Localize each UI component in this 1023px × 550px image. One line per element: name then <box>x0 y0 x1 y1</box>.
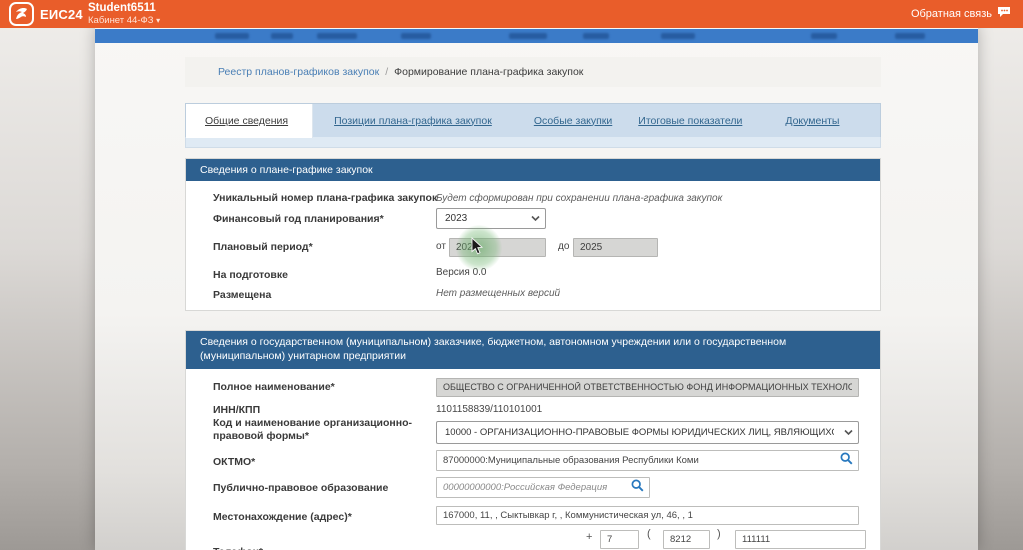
cabinet-menu[interactable]: Кабинет 44-ФЗ ▾ <box>88 15 160 26</box>
phone-label: Телефон* <box>213 546 428 550</box>
page-panel: Реестр планов-графиков закупок / Формиро… <box>95 25 978 550</box>
user-block: Student6511 Кабинет 44-ФЗ ▾ <box>88 2 160 26</box>
chevron-down-icon <box>531 213 540 224</box>
period-to-wrap <box>573 237 658 257</box>
full-name-label: Полное наименование* <box>213 381 428 394</box>
oktmo-input[interactable] <box>436 450 859 471</box>
full-name-input[interactable] <box>436 378 859 397</box>
section-customer-info: Сведения о государственном (муниципально… <box>185 330 881 550</box>
nav-blur-item <box>895 33 925 39</box>
period-from-prefix: от <box>436 241 446 252</box>
breadcrumb-separator: / <box>385 66 388 78</box>
published-status-value: Нет размещенных версий <box>436 288 560 299</box>
nav-blur-item <box>811 33 837 39</box>
address-input[interactable] <box>436 506 859 525</box>
breadcrumb: Реестр планов-графиков закупок / Формиро… <box>185 57 881 87</box>
nav-blur-item <box>401 33 431 39</box>
cabinet-label: Кабинет 44-ФЗ <box>88 15 153 26</box>
phone-number-input[interactable] <box>735 530 866 549</box>
nav-blur-item <box>509 33 547 39</box>
phone-open-paren: ( <box>647 528 651 540</box>
feedback-label: Обратная связь <box>911 8 992 20</box>
logo-text: ЕИС24 <box>40 7 83 22</box>
ppo-input[interactable] <box>436 477 650 498</box>
user-name: Student6511 <box>88 2 160 14</box>
tab-special-purchases[interactable]: Особые закупки <box>534 115 612 127</box>
inn-kpp-value: 1101158839/110101001 <box>436 404 542 415</box>
tab-documents[interactable]: Документы <box>785 115 839 127</box>
nav-blur-item <box>661 33 695 39</box>
draft-status-label: На подготовке <box>213 269 428 282</box>
section-customer-header: Сведения о государственном (муниципально… <box>186 331 880 369</box>
ppo-wrap <box>436 477 650 498</box>
opf-select[interactable]: 10000 - ОРГАНИЗАЦИОННО-ПРАВОВЫЕ ФОРМЫ ЮР… <box>436 421 859 444</box>
tab-general-info[interactable]: Общие сведения <box>186 104 313 138</box>
opf-value: 10000 - ОРГАНИЗАЦИОННО-ПРАВОВЫЕ ФОРМЫ ЮР… <box>445 427 834 438</box>
oktmo-label: ОКТМО* <box>213 456 428 469</box>
mouse-cursor-icon <box>471 237 484 260</box>
address-label: Местонахождение (адрес)* <box>213 511 428 524</box>
search-icon[interactable] <box>631 479 644 497</box>
inn-kpp-label: ИНН/КПП <box>213 404 428 417</box>
breadcrumb-link-registry[interactable]: Реестр планов-графиков закупок <box>218 66 379 78</box>
app-topbar: ЕИС24 Student6511 Кабинет 44-ФЗ ▾ Обратн… <box>0 0 1023 28</box>
phone-country-wrap <box>600 529 639 549</box>
nav-blur-item <box>271 33 293 39</box>
financial-year-value: 2023 <box>445 213 467 224</box>
top-nav-bar <box>95 29 978 43</box>
address-wrap <box>436 505 859 525</box>
phone-number-wrap <box>735 529 866 549</box>
breadcrumb-current: Формирование плана-графика закупок <box>394 66 583 78</box>
eis-bird-icon <box>9 2 34 26</box>
unique-number-label: Уникальный номер плана-графика закупок <box>213 192 463 205</box>
opf-label: Код и наименование организационно-правов… <box>213 417 423 442</box>
ppo-label: Публично-правовое образование <box>213 482 443 495</box>
search-icon[interactable] <box>840 452 853 470</box>
phone-close-paren: ) <box>717 528 721 540</box>
published-status-label: Размещена <box>213 289 428 302</box>
screen: ЕИС24 Student6511 Кабинет 44-ФЗ ▾ Обратн… <box>0 0 1023 550</box>
planning-period-label: Плановый период* <box>213 241 428 254</box>
period-to-input[interactable] <box>573 238 658 257</box>
section-plan-header: Сведения о плане-графике закупок <box>186 159 880 181</box>
phone-plus-sign: + <box>586 531 592 543</box>
oktmo-wrap <box>436 450 859 471</box>
nav-blur-item <box>317 33 357 39</box>
feedback-button[interactable]: Обратная связь <box>911 6 1011 21</box>
chevron-down-icon: ▾ <box>156 16 160 25</box>
eis-logo[interactable]: ЕИС24 <box>9 2 83 26</box>
chevron-down-icon <box>844 427 853 438</box>
financial-year-label: Финансовый год планирования* <box>213 213 463 226</box>
phone-country-input[interactable] <box>600 530 639 549</box>
chat-bubble-icon <box>997 6 1011 21</box>
period-to-prefix: до <box>558 241 569 252</box>
tab-plan-positions[interactable]: Позиции плана-графика закупок <box>334 115 492 127</box>
full-name-wrap <box>436 377 859 397</box>
nav-blur-item <box>215 33 249 39</box>
tab-bar: Общие сведения Позиции плана-графика зак… <box>185 103 881 137</box>
section-plan-info: Сведения о плане-графике закупок Уникаль… <box>185 158 881 311</box>
tabs-container: Общие сведения Позиции плана-графика зак… <box>185 103 881 148</box>
unique-number-value: Будет сформирован при сохранении плана-г… <box>436 193 722 204</box>
nav-blur-item <box>583 33 609 39</box>
financial-year-select[interactable]: 2023 <box>436 208 546 229</box>
phone-area-input[interactable] <box>663 530 710 549</box>
phone-area-wrap <box>663 529 710 549</box>
tab-total-indicators[interactable]: Итоговые показатели <box>638 115 742 127</box>
tab-bar-substrip <box>185 137 881 148</box>
